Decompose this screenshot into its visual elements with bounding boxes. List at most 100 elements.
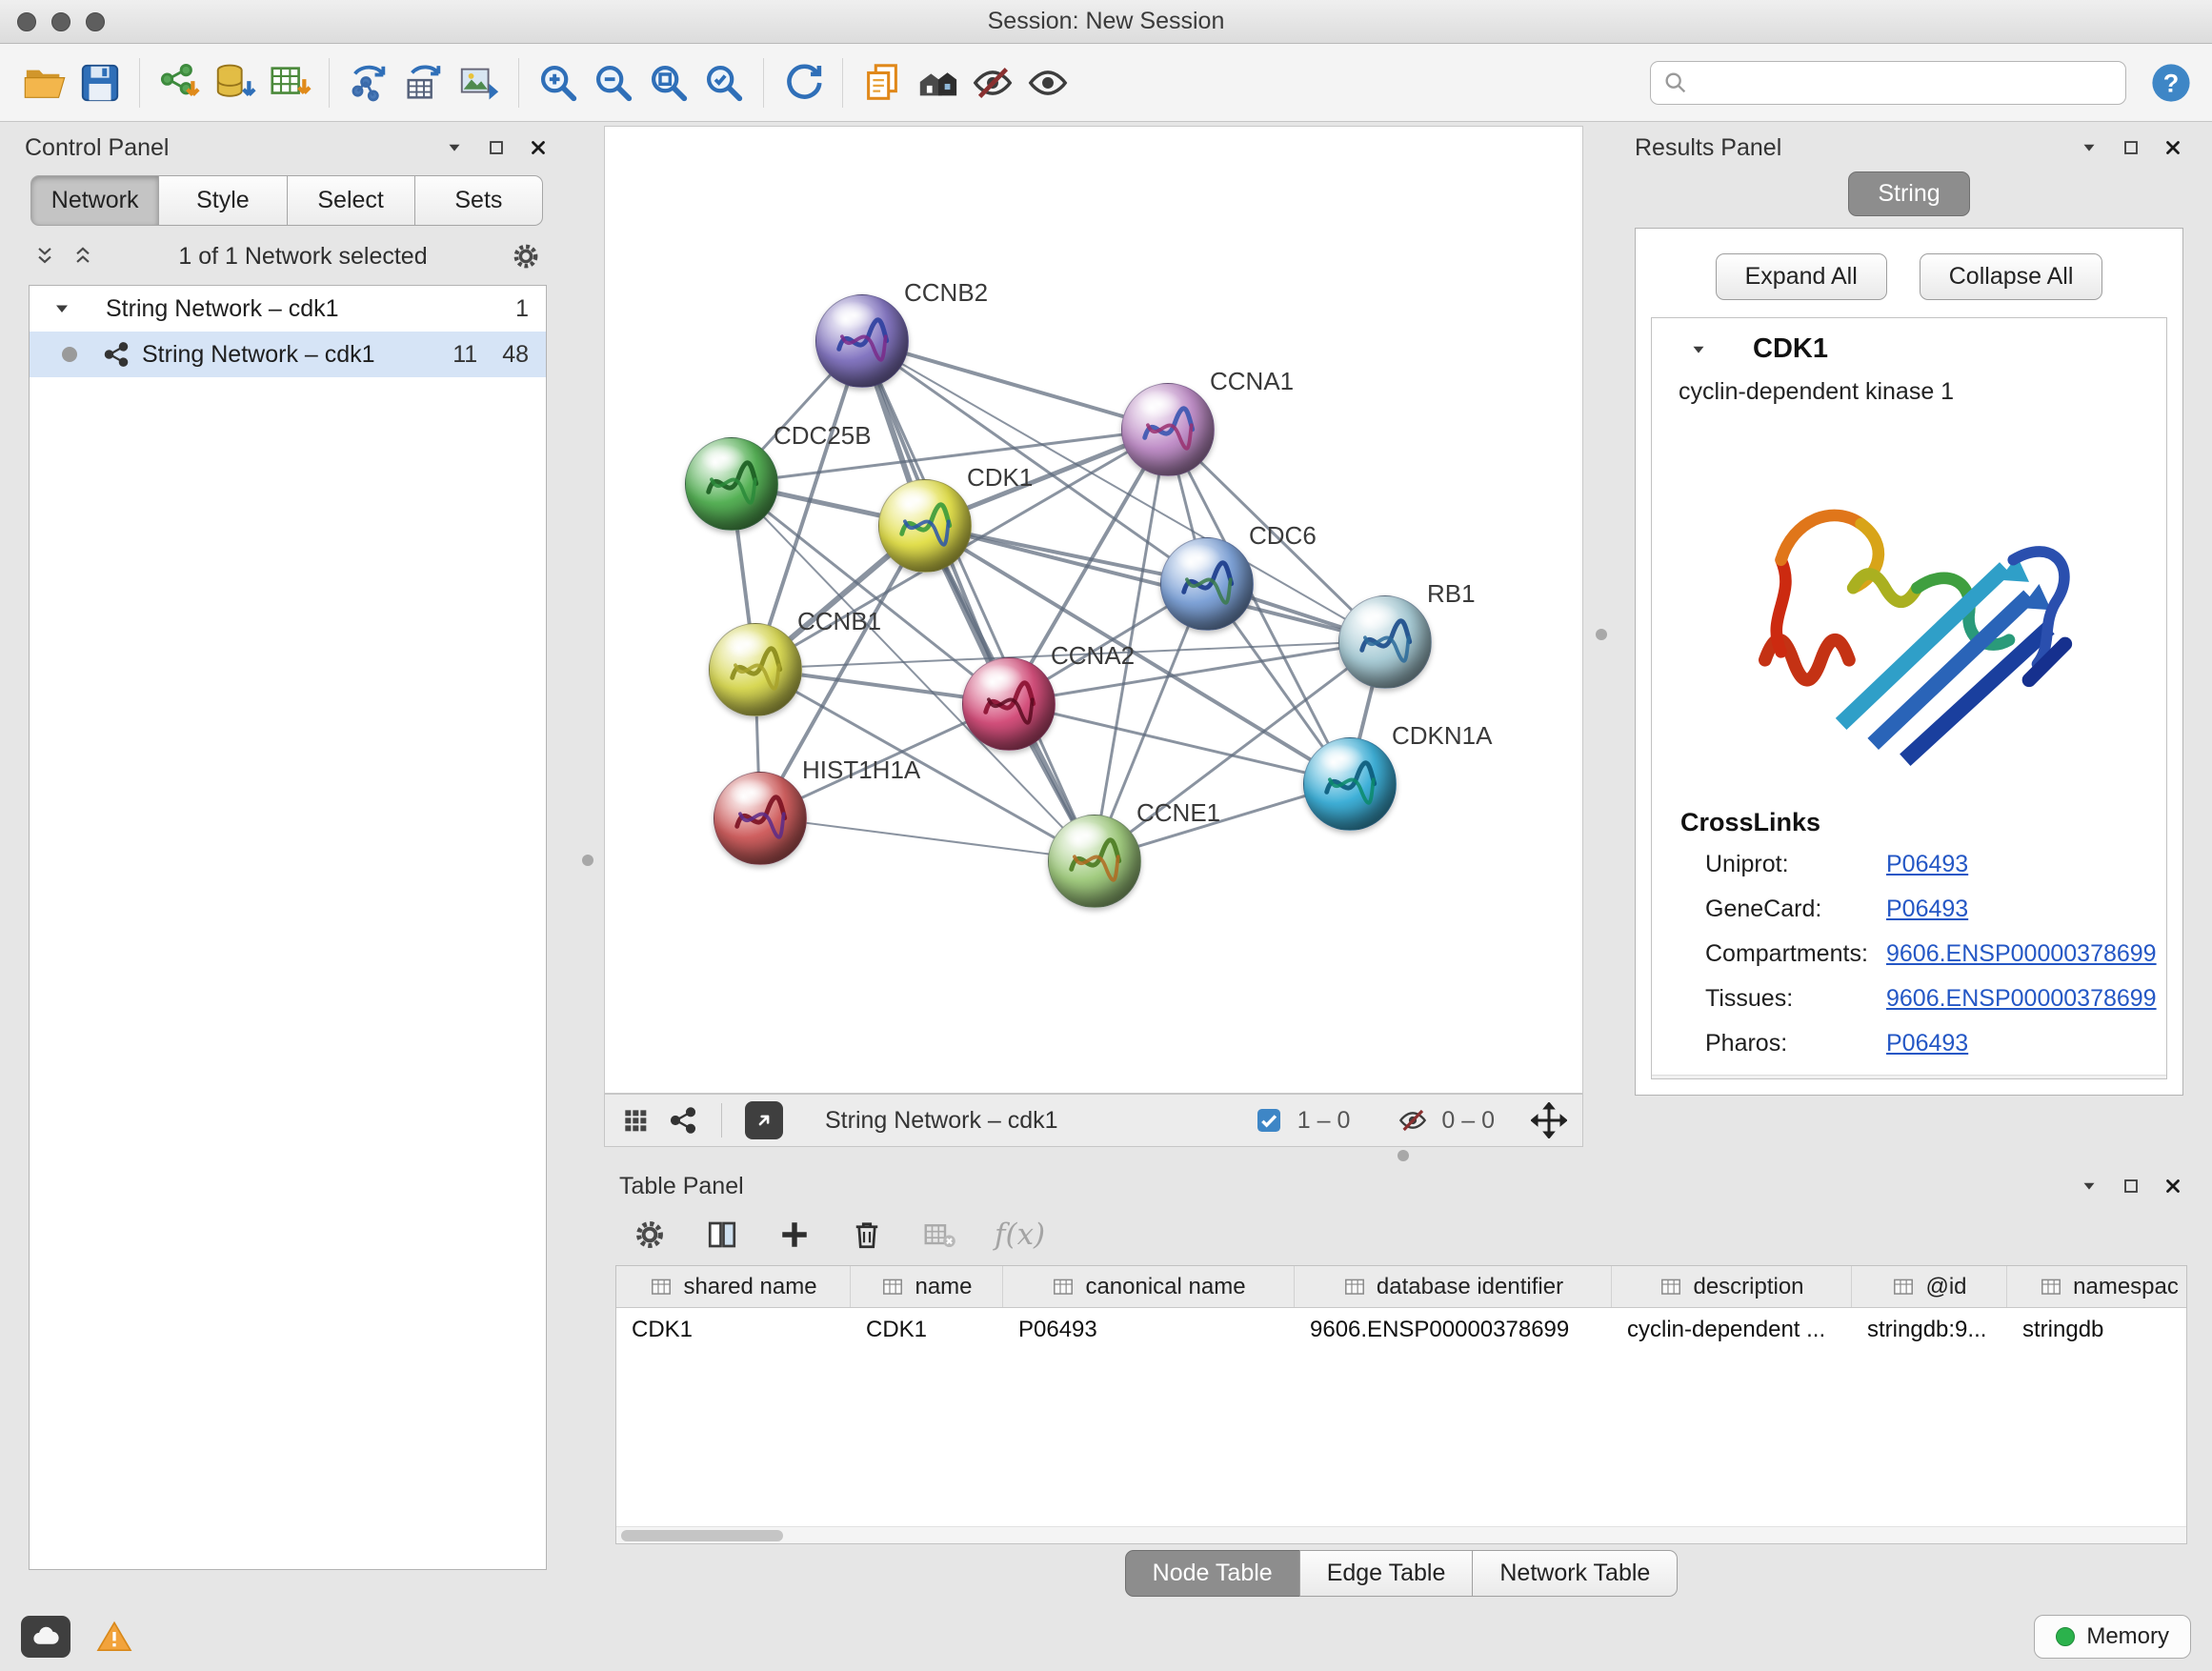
- recent-documents-icon[interactable]: [855, 55, 910, 111]
- search-input[interactable]: [1697, 62, 2114, 104]
- network-node-ccna1[interactable]: [1121, 383, 1215, 476]
- import-table-icon[interactable]: [262, 55, 317, 111]
- zoom-window-button[interactable]: [86, 12, 105, 31]
- table-row[interactable]: CDK1CDK1P064939606.ENSP00000378699cyclin…: [616, 1308, 2186, 1352]
- compartments-link[interactable]: 9606.ENSP00000378699: [1886, 940, 2157, 968]
- expand-all-networks-icon[interactable]: [70, 244, 95, 269]
- import-network-file-icon[interactable]: [151, 55, 207, 111]
- tab-string[interactable]: String: [1848, 171, 1969, 216]
- table-cell[interactable]: CDK1: [851, 1317, 1003, 1343]
- network-canvas[interactable]: CCNB2CCNA1CDC25BCDK1CDC6RB1CCNB1CCNA2CDK…: [604, 126, 1583, 1094]
- collapse-all-button[interactable]: Collapse All: [1920, 253, 2103, 300]
- network-node-cdc6[interactable]: [1160, 537, 1254, 631]
- gene-section-header[interactable]: CDK1: [1652, 318, 2166, 376]
- column-header-name[interactable]: name: [851, 1266, 1003, 1307]
- export-network-icon[interactable]: [396, 55, 452, 111]
- horizontal-scrollbar[interactable]: [616, 1526, 2186, 1543]
- export-image-icon[interactable]: [452, 55, 507, 111]
- table-cell[interactable]: 9606.ENSP00000378699: [1295, 1317, 1612, 1343]
- network-node-rb1[interactable]: [1338, 595, 1432, 689]
- cloud-button[interactable]: [21, 1616, 70, 1658]
- delete-column-icon[interactable]: [850, 1218, 884, 1252]
- collapse-all-networks-icon[interactable]: [32, 244, 57, 269]
- tab-network-table[interactable]: Network Table: [1472, 1550, 1678, 1597]
- table-cell[interactable]: stringdb:9...: [1852, 1317, 2007, 1343]
- column-header-namespac[interactable]: namespac: [2007, 1266, 2187, 1307]
- tab-style[interactable]: Style: [158, 175, 287, 226]
- results-panel-title: Results Panel: [1635, 134, 1781, 162]
- help-icon[interactable]: ?: [2147, 59, 2195, 107]
- tissues-link[interactable]: 9606.ENSP00000378699: [1886, 985, 2157, 1013]
- panel-close-icon[interactable]: [2162, 137, 2183, 158]
- network-node-ccnb1[interactable]: [709, 623, 802, 716]
- pharos-link[interactable]: P06493: [1886, 1030, 1968, 1057]
- tab-network[interactable]: Network: [30, 175, 159, 226]
- network-node-hist1h1a[interactable]: [714, 772, 807, 865]
- tab-node-table[interactable]: Node Table: [1125, 1550, 1300, 1597]
- pan-crosshair-icon[interactable]: [1531, 1102, 1567, 1138]
- welcome-screen-icon[interactable]: [910, 55, 965, 111]
- panel-float-icon[interactable]: [486, 137, 507, 158]
- zoom-selected-icon[interactable]: [696, 55, 752, 111]
- show-graphics-details-icon[interactable]: [1020, 55, 1076, 111]
- close-window-button[interactable]: [17, 12, 36, 31]
- uniprot-link[interactable]: P06493: [1886, 851, 1968, 878]
- column-header-shared-name[interactable]: shared name: [616, 1266, 851, 1307]
- network-node-cdk1[interactable]: [878, 479, 972, 573]
- import-network-database-icon[interactable]: [207, 55, 262, 111]
- hide-graphics-details-icon[interactable]: [965, 55, 1020, 111]
- network-node-cdc25b[interactable]: [685, 437, 778, 531]
- vertical-splitter-handle[interactable]: [582, 855, 593, 866]
- column-header-@id[interactable]: @id: [1852, 1266, 2007, 1307]
- save-session-icon[interactable]: [72, 55, 128, 111]
- expand-collection-icon[interactable]: [50, 297, 73, 320]
- memory-button[interactable]: Memory: [2034, 1615, 2191, 1659]
- network-node-ccnb2[interactable]: [815, 294, 909, 388]
- scrollbar-thumb[interactable]: [621, 1530, 783, 1541]
- genecard-link[interactable]: P06493: [1886, 896, 1968, 923]
- table-cell[interactable]: stringdb: [2007, 1317, 2187, 1343]
- network-options-gear-icon[interactable]: [511, 241, 541, 272]
- column-header-description[interactable]: description: [1612, 1266, 1852, 1307]
- network-node-ccne1[interactable]: [1048, 815, 1141, 908]
- results-scrollbar[interactable]: [1652, 1075, 2166, 1079]
- new-network-from-selection-icon[interactable]: [341, 55, 396, 111]
- panel-float-icon[interactable]: [2121, 1176, 2142, 1197]
- detach-view-button[interactable]: [745, 1101, 783, 1139]
- zoom-in-icon[interactable]: [531, 55, 586, 111]
- tab-select[interactable]: Select: [287, 175, 415, 226]
- panel-menu-icon[interactable]: [2079, 137, 2100, 158]
- panel-float-icon[interactable]: [2121, 137, 2142, 158]
- table-cell[interactable]: cyclin-dependent ...: [1612, 1317, 1852, 1343]
- toolbar-search[interactable]: [1650, 61, 2126, 105]
- tab-sets[interactable]: Sets: [414, 175, 543, 226]
- table-cell[interactable]: P06493: [1003, 1317, 1295, 1343]
- show-columns-icon[interactable]: [705, 1218, 739, 1252]
- add-column-icon[interactable]: [777, 1218, 812, 1252]
- network-node-cdkn1a[interactable]: [1303, 737, 1397, 831]
- apply-layout-icon[interactable]: [775, 55, 831, 111]
- network-collection-row[interactable]: String Network – cdk1 1: [30, 286, 546, 332]
- vertical-splitter-handle[interactable]: [1596, 629, 1607, 640]
- panel-close-icon[interactable]: [2162, 1176, 2183, 1197]
- tab-edge-table[interactable]: Edge Table: [1299, 1550, 1474, 1597]
- table-options-gear-icon[interactable]: [633, 1218, 667, 1252]
- panel-close-icon[interactable]: [528, 137, 549, 158]
- network-overview-icon[interactable]: [668, 1105, 698, 1136]
- zoom-fit-content-icon[interactable]: [641, 55, 696, 111]
- warnings-button[interactable]: [93, 1616, 135, 1658]
- panel-menu-icon[interactable]: [444, 137, 465, 158]
- open-session-icon[interactable]: [17, 55, 72, 111]
- column-header-canonical-name[interactable]: canonical name: [1003, 1266, 1295, 1307]
- network-node-ccna2[interactable]: [962, 657, 1056, 751]
- birdseye-view-icon[interactable]: [620, 1105, 651, 1136]
- collapse-section-icon[interactable]: [1688, 339, 1709, 360]
- expand-all-button[interactable]: Expand All: [1716, 253, 1887, 300]
- zoom-out-icon[interactable]: [586, 55, 641, 111]
- column-header-database-identifier[interactable]: database identifier: [1295, 1266, 1612, 1307]
- minimize-window-button[interactable]: [51, 12, 70, 31]
- horizontal-splitter-handle[interactable]: [1398, 1150, 1409, 1161]
- table-cell[interactable]: CDK1: [616, 1317, 851, 1343]
- network-row[interactable]: String Network – cdk1 11 48: [30, 332, 546, 377]
- panel-menu-icon[interactable]: [2079, 1176, 2100, 1197]
